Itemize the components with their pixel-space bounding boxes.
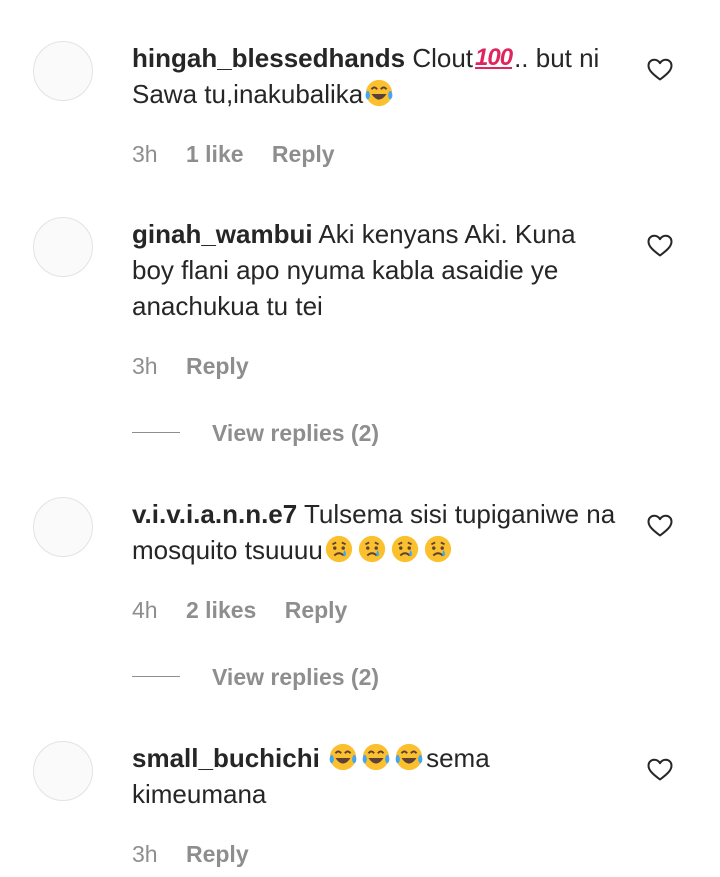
- reply-button[interactable]: Reply: [272, 141, 335, 167]
- comment-username[interactable]: ginah_wambui: [132, 219, 313, 249]
- comment-text: v.i.v.i.a.n.n.e7 Tulsema sisi tupiganiwe…: [132, 496, 622, 568]
- replies-divider: [132, 676, 180, 678]
- tears-of-joy-icon: [394, 742, 424, 772]
- crying-face-icon: [390, 534, 420, 564]
- view-replies-label: View replies (2): [212, 664, 380, 690]
- reply-button[interactable]: Reply: [186, 841, 249, 867]
- heart-outline-icon[interactable]: [647, 58, 673, 82]
- comment-timestamp: 4h: [132, 597, 158, 623]
- comment-text: small_buchichi sema kimeumana: [132, 740, 622, 812]
- heart-outline-icon[interactable]: [647, 234, 673, 258]
- tears-of-joy-icon: [361, 742, 391, 772]
- comment-meta: 4h 2 likes Reply: [132, 596, 369, 624]
- comment-timestamp: 3h: [132, 353, 158, 379]
- comment-username[interactable]: v.i.v.i.a.n.n.e7: [132, 499, 297, 529]
- crying-face-icon: [357, 534, 387, 564]
- heart-outline-icon[interactable]: [647, 758, 673, 782]
- reply-button[interactable]: Reply: [285, 597, 348, 623]
- comment-meta: 3h Reply: [132, 840, 271, 868]
- tears-of-joy-icon: [364, 78, 394, 108]
- comment-timestamp: 3h: [132, 141, 158, 167]
- view-replies-label: View replies (2): [212, 420, 380, 446]
- avatar[interactable]: [33, 217, 93, 277]
- heart-outline-icon[interactable]: [647, 514, 673, 538]
- reply-button[interactable]: Reply: [186, 353, 249, 379]
- hundred-points-emoji: 100: [475, 44, 513, 71]
- comment-body: Clout: [412, 43, 474, 73]
- comment-username[interactable]: small_buchichi: [132, 743, 320, 773]
- crying-face-icon: [324, 534, 354, 564]
- comment-timestamp: 3h: [132, 841, 158, 867]
- likes-count[interactable]: 2 likes: [186, 597, 256, 623]
- comment-text: ginah_wambui Aki kenyans Aki. Kuna boy f…: [132, 216, 622, 324]
- comment-meta: 3h 1 like Reply: [132, 140, 357, 168]
- crying-face-icon: [423, 534, 453, 564]
- comment-meta: 3h Reply: [132, 352, 271, 380]
- replies-divider: [132, 432, 180, 434]
- avatar[interactable]: [33, 41, 93, 101]
- comment-text: hingah_blessedhands Clout100.. but ni Sa…: [132, 40, 622, 112]
- view-replies-button[interactable]: View replies (2): [132, 419, 379, 447]
- avatar[interactable]: [33, 497, 93, 557]
- avatar[interactable]: [33, 741, 93, 801]
- tears-of-joy-icon: [328, 742, 358, 772]
- comment-username[interactable]: hingah_blessedhands: [132, 43, 405, 73]
- view-replies-button[interactable]: View replies (2): [132, 663, 379, 691]
- likes-count[interactable]: 1 like: [186, 141, 244, 167]
